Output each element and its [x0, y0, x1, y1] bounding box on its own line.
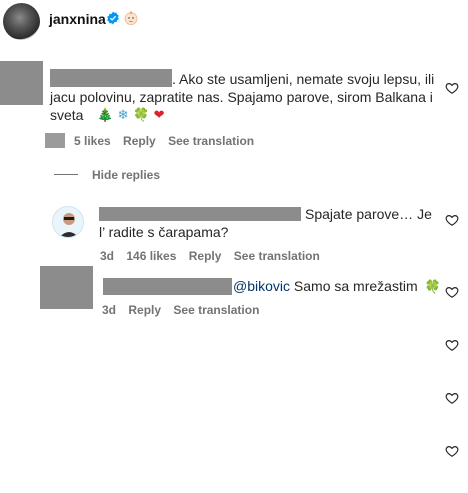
commenter-username-redacted[interactable]: [50, 69, 172, 87]
reply-button[interactable]: Reply: [189, 249, 222, 263]
reply-button[interactable]: Reply: [123, 134, 156, 148]
reply-timestamp: 3d: [100, 249, 115, 263]
like-heart-icon[interactable]: [445, 213, 459, 227]
comment-text: . Ako ste usamljeni, nemate svoju lepsu,…: [172, 71, 435, 87]
reply-avatar[interactable]: [52, 206, 84, 238]
post-author-username[interactable]: janxnina: [49, 11, 106, 27]
comment-emojis: 🎄 ❄ 🍀 ❤: [97, 106, 165, 124]
verified-badge-icon: [107, 11, 119, 25]
like-heart-icon[interactable]: [445, 391, 459, 405]
hide-replies-line: [54, 174, 78, 175]
like-heart-icon[interactable]: [445, 285, 459, 299]
reply-avatar-redacted[interactable]: [40, 266, 93, 309]
like-heart-icon[interactable]: [445, 444, 459, 458]
comment-time-redacted: [45, 133, 65, 148]
author-avatar[interactable]: [3, 3, 40, 40]
reply-body: Samo sa mrežastim: [293, 278, 418, 294]
comment-text-end: sveta: [50, 107, 84, 123]
see-translation-link[interactable]: See translation: [173, 303, 259, 317]
like-heart-icon[interactable]: [445, 338, 459, 352]
reply-timestamp: 3d: [102, 303, 117, 317]
likes-count[interactable]: 5 likes: [74, 134, 111, 148]
like-heart-icon[interactable]: [445, 81, 459, 95]
reply-actions: 3d Reply See translation: [102, 303, 268, 317]
reply-button[interactable]: Reply: [128, 303, 161, 317]
person-avatar-icon: [53, 207, 83, 237]
christmas-tree-emoji: 🎄: [97, 108, 114, 123]
reply-username-redacted[interactable]: [103, 278, 232, 295]
red-heart-emoji: ❤: [153, 108, 165, 123]
baby-face-emoji-icon: [124, 11, 138, 25]
likes-count[interactable]: 146 likes: [126, 249, 176, 263]
reply-username-redacted[interactable]: [99, 207, 301, 221]
four-leaf-clover-emoji: 🍀: [424, 280, 441, 295]
comment-text: jacu polovinu, zapratite nas. Spajamo pa…: [50, 89, 433, 105]
hide-replies-button[interactable]: Hide replies: [92, 168, 160, 182]
snowflake-emoji: ❄: [117, 108, 129, 123]
comment-actions: 5 likes Reply See translation: [74, 134, 263, 148]
reply-text: l’ radite s čarapama?: [99, 224, 229, 240]
see-translation-link[interactable]: See translation: [234, 249, 320, 263]
see-translation-link[interactable]: See translation: [168, 134, 254, 148]
reply-actions: 3d 146 likes Reply See translation: [100, 249, 329, 263]
reply-text: Spajate parove… Je: [305, 206, 432, 222]
reply-text: @bikovic Samo sa mrežastim 🍀: [233, 277, 443, 297]
commenter-avatar-redacted[interactable]: [0, 61, 43, 105]
four-leaf-clover-emoji: 🍀: [133, 108, 150, 123]
mention-link[interactable]: @bikovic: [233, 278, 290, 294]
